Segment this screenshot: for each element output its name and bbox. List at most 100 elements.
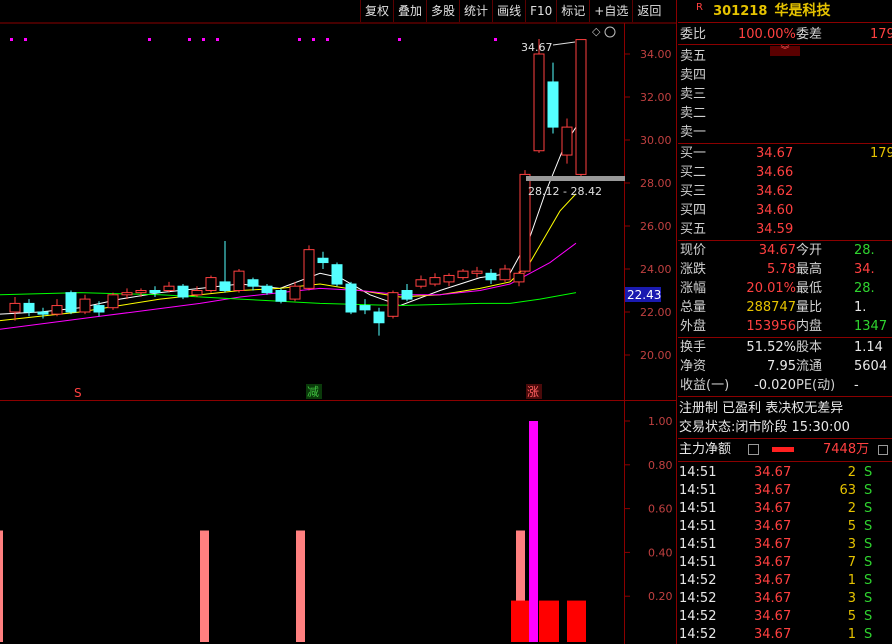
signal-dot <box>188 38 191 41</box>
candle-body <box>79 298 91 313</box>
weibi-label: 委比 <box>680 27 707 42</box>
signal-dot <box>216 38 219 41</box>
stat-value: 34. <box>854 262 875 277</box>
tick-row: 14:51 34.67 63 S <box>678 482 892 500</box>
indicator-bar <box>296 530 305 642</box>
bid-row: 买三 34.62 <box>678 183 892 201</box>
candle-body <box>289 285 301 300</box>
stock-name[interactable]: 华是科技 <box>775 3 831 19</box>
stat-row: 涨跌 5.78 最高 34. <box>678 261 892 279</box>
candle-body <box>499 268 511 281</box>
stat-label: 现价 <box>680 243 707 258</box>
candle-body <box>107 294 119 309</box>
candle-body <box>191 290 203 296</box>
candle-body <box>247 279 259 287</box>
stat-row: 外盘 153956 内盘 1347 <box>678 318 892 336</box>
bid-row: 买五 34.59 <box>678 221 892 239</box>
stat-label: 最低 <box>796 281 823 296</box>
candle-body <box>65 292 77 313</box>
signal-dot <box>312 38 315 41</box>
indicator-axis: 1.00 0.80 0.60 0.40 0.20 <box>625 415 673 603</box>
tick-volume: 63 <box>839 483 856 498</box>
price-tick: 30.00 <box>640 134 672 147</box>
ask-row: 卖二 <box>678 105 892 123</box>
stat-value: 7.95 <box>767 359 796 374</box>
candle-body <box>429 277 441 285</box>
main-flow-row: 主力净额 7448万 <box>678 441 892 459</box>
settings-icon[interactable] <box>878 445 888 455</box>
stat-label: 净资 <box>680 359 707 374</box>
stat-label: 换手 <box>680 340 707 355</box>
stat-label: 外盘 <box>680 319 707 334</box>
stat-value: 28. <box>854 281 875 296</box>
stat-value: 20.01% <box>746 281 796 296</box>
price-tick: 24.00 <box>640 263 672 276</box>
tick-side: S <box>864 555 873 570</box>
bid-price: 34.60 <box>756 203 794 218</box>
candle-body <box>471 270 483 274</box>
trade-status-value: 闭市阶段 15:30:00 <box>735 420 850 435</box>
tick-price: 34.67 <box>754 609 792 624</box>
stat-value: 5604 <box>854 359 888 374</box>
tick-price: 34.67 <box>754 519 792 534</box>
indicator-tick: 0.80 <box>648 459 673 472</box>
stat-label: 今开 <box>796 243 823 258</box>
tick-time: 14:51 <box>679 501 717 516</box>
signal-dot <box>398 38 401 41</box>
buy-sell-markers: S 减 涨 <box>74 384 542 400</box>
indicator-bar <box>200 530 209 642</box>
tick-price: 34.67 <box>754 591 792 606</box>
stock-terminal-window: { "toolbar": { "buttons": ["复权","叠加","多股… <box>0 0 892 644</box>
bid-row: 买二 34.66 <box>678 164 892 182</box>
signal-dot <box>202 38 205 41</box>
stat-value: - <box>854 378 859 393</box>
signal-dots <box>10 38 497 41</box>
list-icon[interactable] <box>748 444 759 455</box>
stat-label: 内盘 <box>796 319 823 334</box>
tick-side: S <box>864 483 873 498</box>
ask-label: 卖二 <box>680 106 707 121</box>
tick-side: S <box>864 465 873 480</box>
bid-price: 34.59 <box>756 222 794 237</box>
tick-time: 14:51 <box>679 537 717 552</box>
tick-volume: 3 <box>847 537 856 552</box>
signal-dot <box>24 38 27 41</box>
candle-body <box>415 279 427 287</box>
stat-row: 收益(一) -0.020 PE(动) - <box>678 377 892 395</box>
indicator-tick: 0.40 <box>648 546 673 559</box>
tick-time: 14:51 <box>679 519 717 534</box>
bid-label: 买二 <box>680 165 707 180</box>
trade-status: 交易状态:闭市阶段 15:30:00 <box>679 419 850 437</box>
divider <box>678 22 892 23</box>
candle-body <box>23 302 35 313</box>
indicator-bar <box>567 600 586 642</box>
stat-label: 涨跌 <box>680 262 707 277</box>
tick-price: 34.67 <box>754 627 792 642</box>
stat-row: 总量 288747 量比 1. <box>678 299 892 317</box>
stat-row: 净资 7.95 流通 5604 <box>678 358 892 376</box>
main-flow-label: 主力净额 <box>679 442 732 457</box>
stat-row: 现价 34.67 今开 28. <box>678 242 892 260</box>
bid-price: 34.62 <box>756 184 794 199</box>
ask-row: 卖三 <box>678 86 892 104</box>
candle-body <box>205 277 217 292</box>
signal-dot <box>10 38 13 41</box>
stat-value: 5.78 <box>767 262 796 277</box>
chart-area[interactable]: 34.00 32.00 30.00 28.00 26.00 24.00 22.00 20.00… <box>0 0 676 644</box>
signal-dot <box>298 38 301 41</box>
candle-body <box>37 311 49 315</box>
range-label: 28.12 - 28.42 <box>528 185 602 198</box>
high-price-label: 34.67 <box>521 41 553 54</box>
candle-body <box>561 126 573 156</box>
tick-price: 34.67 <box>754 501 792 516</box>
indicator-tick: 0.60 <box>648 503 673 516</box>
tick-volume: 2 <box>847 465 856 480</box>
flow-bar <box>772 447 794 452</box>
collapse-icon[interactable] <box>604 26 616 38</box>
candle-body <box>359 305 371 311</box>
tick-volume: 2 <box>847 501 856 516</box>
price-tick: 28.00 <box>640 177 672 190</box>
candle-body <box>135 290 147 294</box>
price-tick: 20.00 <box>640 349 672 362</box>
tick-price: 34.67 <box>754 573 792 588</box>
